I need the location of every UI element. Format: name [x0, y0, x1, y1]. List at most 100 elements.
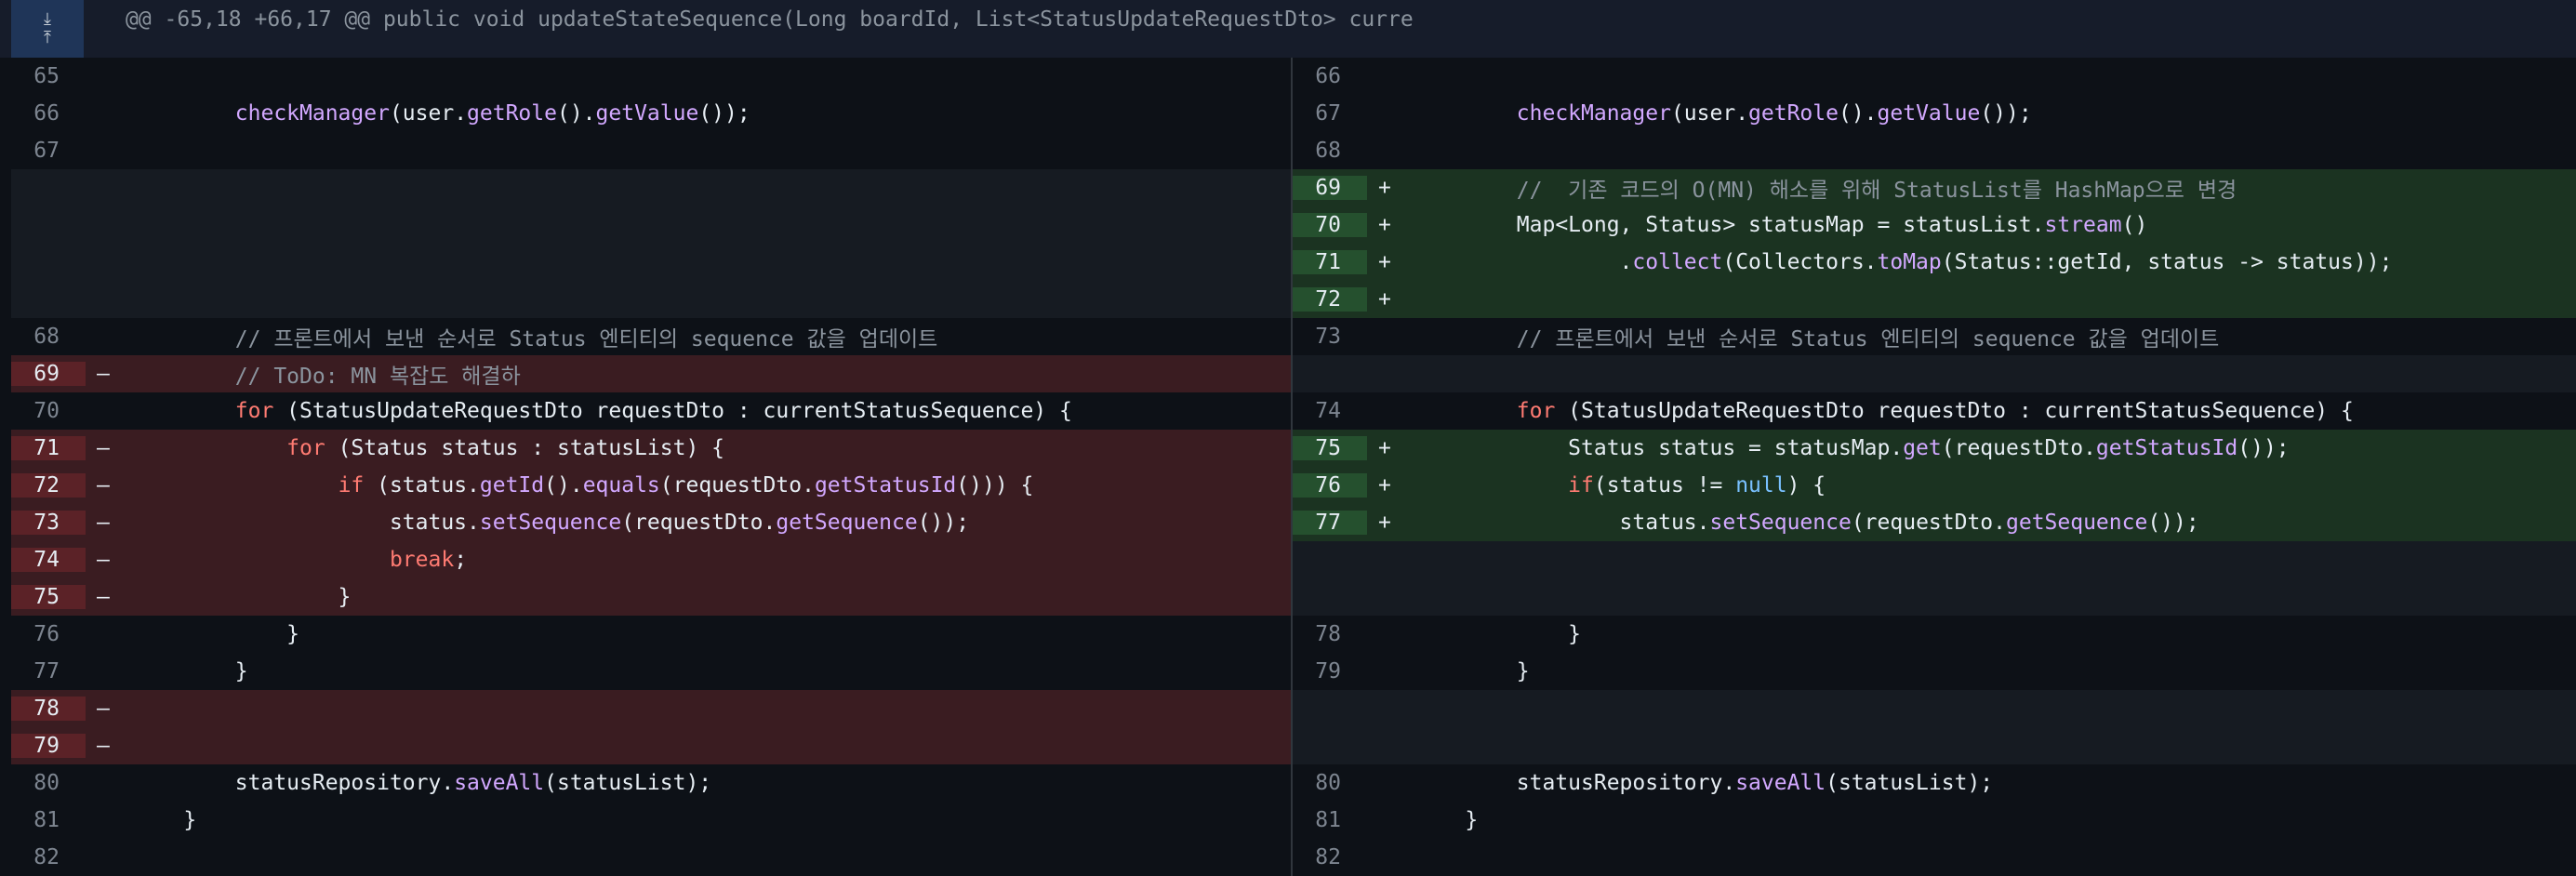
split-diff-view: 65 66 checkManager(user.getRole().getValu… — [11, 58, 2576, 876]
right-diff-line: 81 } — [1293, 802, 2576, 839]
right-diff-line — [1293, 541, 2576, 578]
right-diff-line: 71 + .collect(Collectors.toMap(Status::ge… — [1293, 244, 2576, 281]
code-content: checkManager(user.getRole().getValue()); — [234, 101, 750, 126]
code-content: Status status = statusMap.get(requestDto… — [1414, 436, 2290, 460]
right-diff-line — [1293, 578, 2576, 616]
line-number[interactable]: 67 — [11, 139, 86, 163]
right-diff-line: 67 checkManager(user.getRole().getValue(… — [1293, 95, 2576, 132]
line-number[interactable]: 79 — [11, 734, 86, 758]
line-number[interactable]: 81 — [1293, 808, 1367, 832]
left-diff-line: 81 } — [11, 802, 1291, 839]
deletion-marker: – — [97, 548, 110, 572]
left-diff-line: 67 — [11, 132, 1291, 169]
right-diff-line: 79 } — [1293, 653, 2576, 690]
diff-right-pane: 66 67 checkManager(user.getRole().getValu… — [1293, 58, 2576, 876]
line-number[interactable]: 66 — [1293, 64, 1367, 88]
left-diff-line — [11, 281, 1291, 318]
line-number[interactable]: 73 — [11, 511, 86, 535]
left-diff-line: 68 // 프론트에서 보낸 순서로 Status 엔티티의 sequence … — [11, 318, 1291, 355]
line-number[interactable]: 73 — [1293, 325, 1367, 349]
line-number[interactable]: 76 — [1293, 473, 1367, 498]
deletion-marker: – — [97, 436, 110, 460]
code-content: } — [132, 659, 248, 684]
left-diff-line — [11, 169, 1291, 206]
left-diff-line: 69– // ToDo: MN 복잡도 해결하 — [11, 355, 1291, 392]
addition-marker: + — [1378, 287, 1391, 312]
hunk-header: ⤓ ⤒ @@ -65,18 +66,17 @@ public void upda… — [0, 0, 2576, 58]
code-content: Map<Long, Status> statusMap = statusList… — [1414, 213, 2148, 237]
left-diff-line: 76 } — [11, 616, 1291, 653]
line-number[interactable]: 80 — [1293, 771, 1367, 795]
line-number[interactable]: 75 — [1293, 436, 1367, 460]
line-number[interactable]: 65 — [11, 64, 86, 88]
left-diff-line: 82 — [11, 839, 1291, 876]
line-number[interactable]: 82 — [11, 845, 86, 869]
addition-marker: + — [1378, 436, 1391, 460]
line-number[interactable]: 72 — [1293, 287, 1367, 312]
right-diff-line: 74 for (StatusUpdateRequestDto requestDt… — [1293, 392, 2576, 430]
line-number[interactable]: 80 — [11, 771, 86, 795]
deletion-marker: – — [97, 585, 110, 609]
left-diff-line: 77 } — [11, 653, 1291, 690]
right-diff-line — [1293, 355, 2576, 392]
code-content: .collect(Collectors.toMap(Status::getId,… — [1414, 250, 2393, 274]
line-number[interactable]: 69 — [11, 362, 86, 386]
code-content: // 프론트에서 보낸 순서로 Status 엔티티의 sequence 값을 … — [234, 327, 938, 352]
left-diff-line: 71– for (Status status : statusList) { — [11, 430, 1291, 467]
line-number[interactable]: 79 — [1293, 659, 1367, 684]
left-diff-line: 78– — [11, 690, 1291, 727]
deletion-marker: – — [97, 511, 110, 535]
line-number[interactable]: 74 — [1293, 399, 1367, 423]
left-diff-line: 70 for (StatusUpdateRequestDto requestDt… — [11, 392, 1291, 430]
line-number[interactable]: 77 — [11, 659, 86, 684]
code-content: } — [1414, 659, 1530, 684]
right-diff-line: 75 + Status status = statusMap.get(reques… — [1293, 430, 2576, 467]
line-number[interactable]: 74 — [11, 548, 86, 572]
line-number[interactable]: 71 — [1293, 250, 1367, 274]
right-diff-line: 66 — [1293, 58, 2576, 95]
left-diff-line: 65 — [11, 58, 1291, 95]
line-number[interactable]: 69 — [1293, 176, 1367, 200]
line-number[interactable]: 72 — [11, 473, 86, 498]
arrow-down-icon: ⤓ — [44, 9, 51, 29]
line-number[interactable]: 70 — [1293, 213, 1367, 237]
code-content: statusRepository.saveAll(statusList); — [132, 771, 712, 795]
line-number[interactable]: 70 — [11, 399, 86, 423]
addition-marker: + — [1378, 176, 1391, 200]
line-number[interactable]: 78 — [11, 697, 86, 721]
deletion-marker: – — [97, 697, 110, 721]
line-number[interactable]: 78 — [1293, 622, 1367, 646]
left-diff-line — [11, 244, 1291, 281]
left-diff-line — [11, 206, 1291, 244]
code-content: statusRepository.saveAll(statusList); — [1414, 771, 1994, 795]
addition-marker: + — [1378, 213, 1391, 237]
code-content: } — [1414, 622, 1582, 646]
deletion-marker: – — [97, 734, 110, 758]
code-content: if(status != null) { — [1568, 473, 1826, 498]
right-diff-line: 77 + status.setSequence(requestDto.getSeq… — [1293, 504, 2576, 541]
line-number[interactable]: 66 — [11, 101, 86, 126]
right-diff-line: 78 } — [1293, 616, 2576, 653]
expand-context-button[interactable]: ⤓ ⤒ — [11, 0, 84, 58]
line-number[interactable]: 75 — [11, 585, 86, 609]
code-content: break; — [389, 548, 468, 572]
line-number[interactable]: 76 — [11, 622, 86, 646]
line-number[interactable]: 82 — [1293, 845, 1367, 869]
addition-marker: + — [1378, 511, 1391, 535]
right-diff-line: 68 — [1293, 132, 2576, 169]
line-number[interactable]: 71 — [11, 436, 86, 460]
line-number[interactable]: 68 — [1293, 139, 1367, 163]
code-content: } — [132, 622, 300, 646]
code-content: // 기존 코드의 O(MN) 해소를 위해 StatusList를 HashM… — [1516, 179, 2237, 203]
right-diff-line: 73 // 프론트에서 보낸 순서로 Status 엔티티의 sequence … — [1293, 318, 2576, 355]
line-number[interactable]: 77 — [1293, 511, 1367, 535]
code-content: status.setSequence(requestDto.getSequenc… — [132, 511, 970, 535]
right-diff-line: 70 + Map<Long, Status> statusMap = status… — [1293, 206, 2576, 244]
line-number[interactable]: 81 — [11, 808, 86, 832]
code-content: for (StatusUpdateRequestDto requestDto :… — [1516, 399, 2354, 423]
line-number[interactable]: 67 — [1293, 101, 1367, 126]
right-diff-line: 69 + // 기존 코드의 O(MN) 해소를 위해 StatusList를 H… — [1293, 169, 2576, 206]
line-number[interactable]: 68 — [11, 325, 86, 349]
right-diff-line: 82 — [1293, 839, 2576, 876]
deletion-marker: – — [97, 362, 110, 386]
